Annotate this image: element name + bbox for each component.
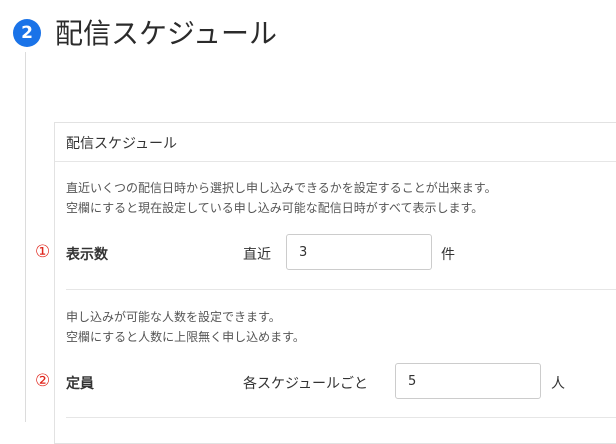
capacity-input[interactable]: 5 [395,363,541,399]
display-count-description: 直近いくつの配信日時から選択し申し込みできるかを設定することが出来ます。 空欄に… [66,178,497,218]
capacity-prefix: 各スケジュールごと [243,376,369,392]
capacity-unit: 人 [551,376,565,392]
divider [66,417,616,418]
description-line: 申し込みが可能な人数を設定できます。 [66,310,281,324]
display-count-input[interactable]: 3 [286,234,432,270]
schedule-panel: 配信スケジュール 直近いくつの配信日時から選択し申し込みできるかを設定することが… [35,122,616,444]
capacity-description: 申し込みが可能な人数を設定できます。 空欄にすると人数に上限無く申し込めます。 [66,307,305,347]
panel-title: 配信スケジュール [66,136,178,152]
panel-header: 配信スケジュール [55,123,616,162]
display-count-label: 表示数 [66,247,108,263]
description-line: 空欄にすると現在設定している申し込み可能な配信日時がすべて表示します。 [66,201,484,215]
page-title: 配信スケジュール [55,17,278,50]
display-count-prefix: 直近 [243,247,271,263]
annotation-marker-2: ② [35,371,51,391]
divider [66,289,616,290]
capacity-label: 定員 [66,376,94,392]
description-line: 空欄にすると人数に上限無く申し込めます。 [66,330,305,344]
step-number-badge: 2 [13,19,41,47]
display-count-unit: 件 [441,247,455,263]
annotation-marker-1: ① [35,242,51,262]
step-guide-line [25,52,26,422]
description-line: 直近いくつの配信日時から選択し申し込みできるかを設定することが出来ます。 [66,181,497,195]
